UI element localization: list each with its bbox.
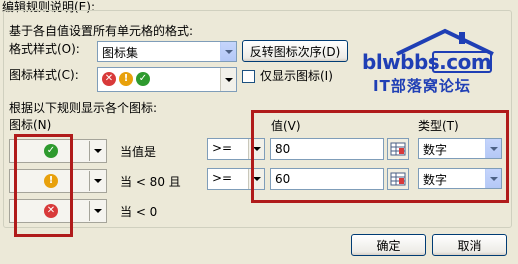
format-style-label: 格式样式(O): xyxy=(9,42,80,56)
chevron-down-icon xyxy=(90,140,106,162)
chevron-down-icon xyxy=(90,200,106,222)
highlight-box-values xyxy=(251,110,509,203)
red-x-icon: ✕ xyxy=(102,72,116,86)
format-style-select[interactable]: 图标集 xyxy=(97,41,237,62)
rule-2-condition: 当 < 80 且 xyxy=(120,175,181,189)
chevron-down-icon xyxy=(220,42,236,61)
ok-button[interactable]: 确定 xyxy=(351,234,426,256)
rule-2-operator: >= xyxy=(212,171,233,185)
yellow-exclamation-icon: ! xyxy=(119,72,133,86)
cancel-button[interactable]: 取消 xyxy=(432,234,507,256)
rule-3-condition: 当 < 0 xyxy=(120,205,158,219)
green-check-icon: ✓ xyxy=(136,72,150,86)
icon-column-header: 图标(N) xyxy=(9,118,52,132)
icon-style-select[interactable]: ✕ ! ✓ xyxy=(97,67,237,92)
show-icon-only-label: 仅显示图标(I) xyxy=(260,69,333,83)
chevron-down-icon xyxy=(220,68,236,91)
show-icon-only-checkbox[interactable] xyxy=(242,70,255,83)
watermark-name: IT部落窝论坛 xyxy=(373,77,471,95)
rule-1-operator: >= xyxy=(212,141,233,155)
subtitle: 基于各自值设置所有单元格的格式: xyxy=(9,24,194,38)
icon-style-label: 图标样式(C): xyxy=(9,68,79,82)
reverse-icon-order-button[interactable]: 反转图标次序(D) xyxy=(242,40,348,62)
rules-title: 根据以下规则显示各个图标: xyxy=(9,101,158,115)
highlight-box-icons xyxy=(14,134,73,237)
watermark-url: blwbbs.com xyxy=(362,50,492,74)
chevron-down-icon xyxy=(90,170,106,192)
format-style-value: 图标集 xyxy=(102,46,139,60)
rule-1-condition: 当值是 xyxy=(120,145,157,159)
